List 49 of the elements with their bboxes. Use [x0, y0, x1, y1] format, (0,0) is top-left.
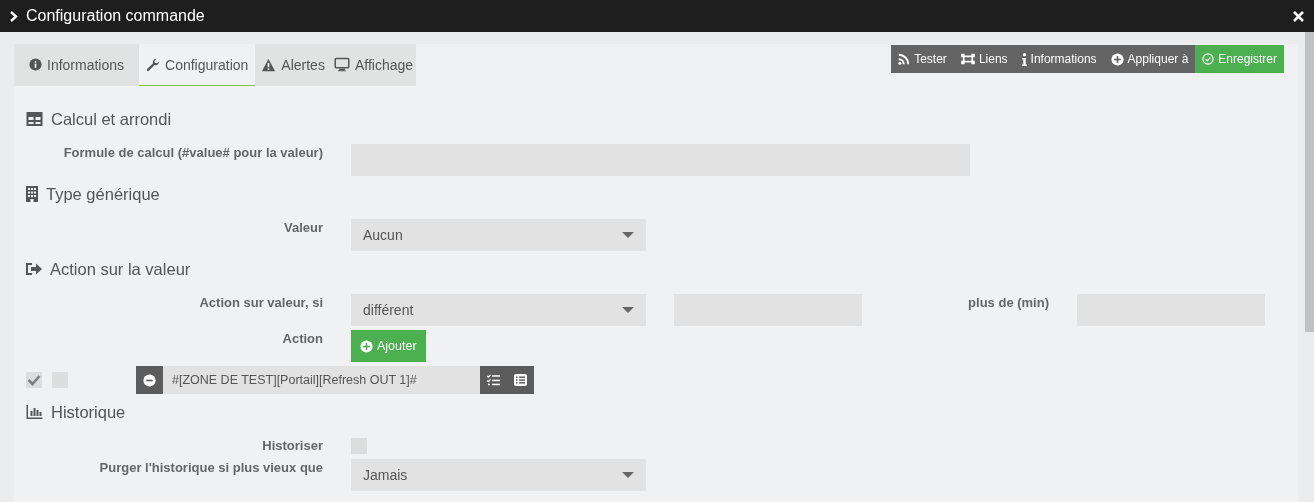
caret-icon	[622, 307, 634, 313]
section-title: Historique	[51, 402, 126, 422]
toolbar-button[interactable]: Appliquer à	[1103, 45, 1196, 73]
plus-circle-icon	[1110, 52, 1124, 66]
field-label: plus de (min)	[967, 294, 1050, 312]
plus-circle-icon	[360, 339, 373, 353]
table-icon	[26, 112, 43, 126]
info-icon	[1021, 52, 1027, 66]
window-title: Configuration commande	[26, 7, 206, 25]
check-circle-icon	[1202, 53, 1215, 65]
command-field[interactable]: #[ZONE DE TEST][Portail][Refresh OUT 1]#	[163, 366, 480, 394]
minus-circle-icon	[143, 373, 156, 387]
close-icon[interactable]	[1293, 10, 1304, 22]
tab[interactable]: Configuration	[139, 44, 256, 86]
link-frame-icon	[960, 53, 975, 65]
list-button[interactable]	[507, 366, 534, 394]
select-field[interactable]: Jamais	[351, 459, 646, 491]
select-field[interactable]: différent	[351, 294, 646, 326]
monitor-icon	[333, 57, 350, 72]
toolbar-button[interactable]: Informations	[1014, 45, 1104, 73]
bar-chart-icon	[26, 405, 43, 419]
remove-button[interactable]	[136, 366, 163, 394]
rss-icon	[898, 53, 911, 65]
wrench-icon	[146, 57, 161, 72]
chevron-icon	[10, 10, 18, 22]
sign-out-icon	[26, 262, 42, 276]
caret-icon	[622, 472, 634, 478]
info-icon	[29, 58, 42, 71]
warning-icon	[261, 57, 277, 72]
caret-icon	[622, 232, 634, 238]
toolbar-button[interactable]: Tester	[891, 45, 954, 73]
section-title: Calcul et arrondi	[51, 109, 172, 129]
checklist-icon	[487, 374, 500, 386]
field-label: Historiser	[261, 437, 323, 455]
list-icon	[514, 374, 527, 386]
checkbox[interactable]	[26, 372, 42, 388]
field-label: Purger l'historique si plus vieux que	[98, 459, 323, 477]
check-icon	[27, 374, 41, 386]
section-title: Type générique	[46, 184, 160, 204]
field-label: Formule de calcul (#value# pour la valeur)	[62, 144, 323, 162]
field-label: Valeur	[282, 219, 323, 237]
scrollbar[interactable]	[1305, 32, 1314, 332]
field-label: Action	[281, 330, 323, 348]
building-icon	[26, 186, 38, 202]
field-label: Action sur valeur, si	[198, 294, 323, 312]
list-check-button[interactable]	[480, 366, 507, 394]
section-title: Action sur la valeur	[50, 259, 191, 279]
toolbar-button[interactable]: Liens	[953, 45, 1015, 73]
select-field[interactable]: Aucun	[351, 219, 646, 251]
